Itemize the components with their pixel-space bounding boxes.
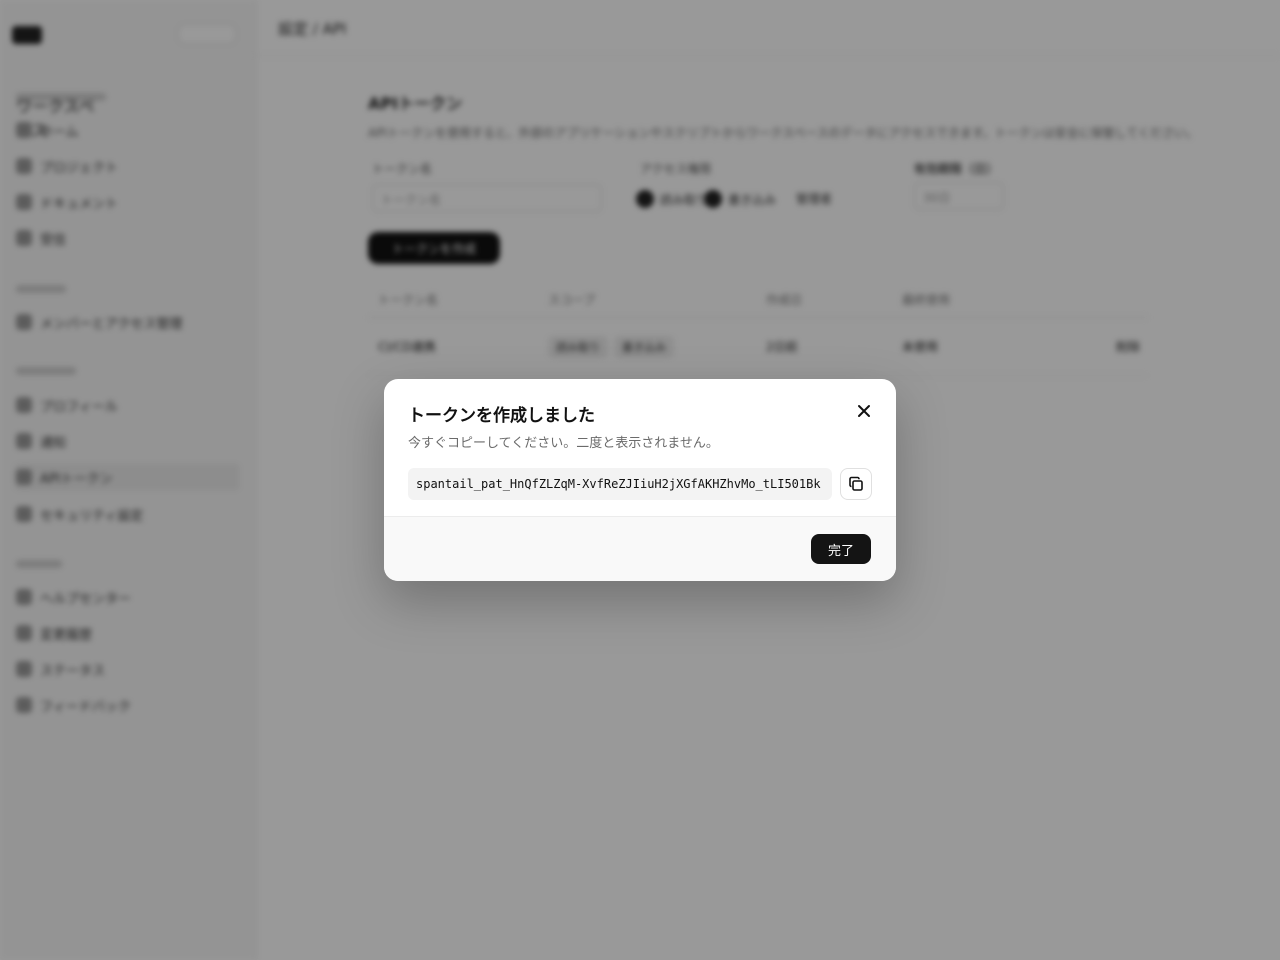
done-button[interactable]: 完了 (811, 534, 871, 564)
token-value-field[interactable]: spantail_pat_HnQfZLZqM-XvfReZJIiuH2jXGfA… (408, 468, 832, 500)
close-button[interactable] (852, 399, 876, 423)
copy-token-button[interactable] (840, 468, 872, 500)
dialog-title: トークンを作成しました (408, 406, 595, 426)
dialog-footer: 完了 (384, 516, 896, 581)
token-created-dialog: トークンを作成しました 今すぐコピーしてください。二度と表示されません。 spa… (384, 379, 896, 581)
close-icon (858, 405, 870, 417)
dialog-subtitle: 今すぐコピーしてください。二度と表示されません。 (408, 436, 719, 451)
copy-icon (849, 476, 863, 491)
